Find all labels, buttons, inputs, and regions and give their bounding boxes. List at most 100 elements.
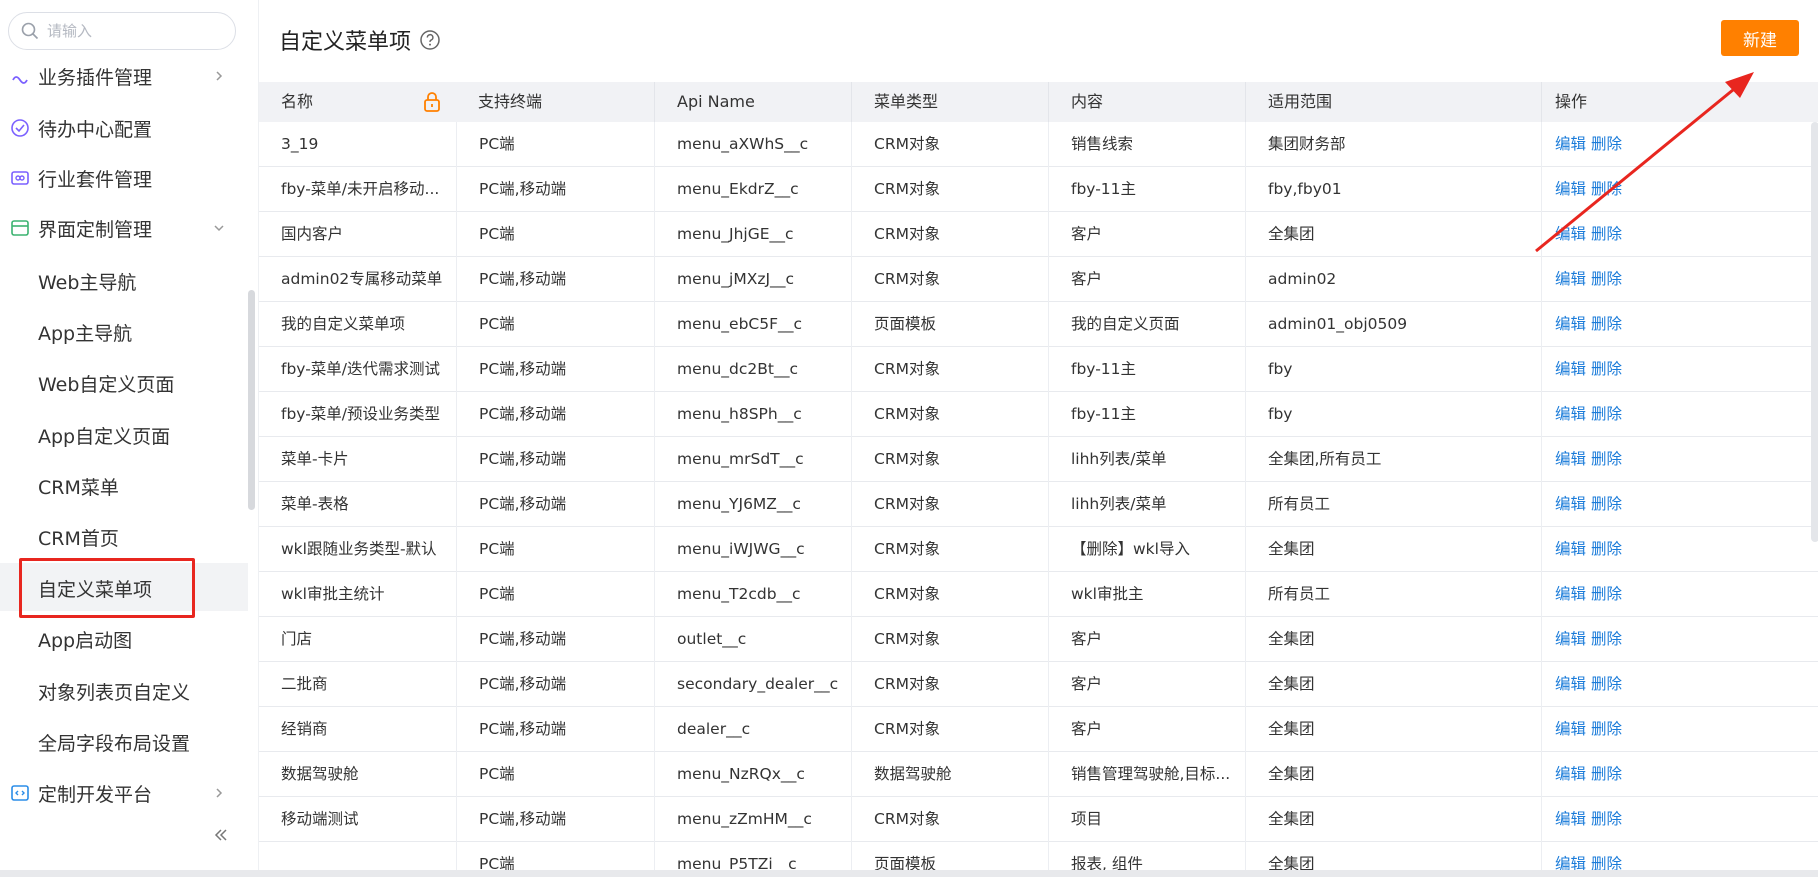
sidebar-subitem[interactable]: Web主导航 [0, 256, 248, 304]
edit-link[interactable]: 编辑 [1555, 720, 1586, 738]
column-header-content[interactable]: 内容 [1048, 82, 1245, 122]
cell-menu-type: CRM对象 [851, 347, 1048, 392]
column-header-terminal[interactable]: 支持终端 [456, 82, 654, 122]
cell-terminal: PC端,移动端 [456, 707, 654, 752]
delete-link[interactable]: 删除 [1591, 810, 1622, 828]
column-header-scope[interactable]: 适用范围 [1245, 82, 1541, 122]
delete-link[interactable]: 删除 [1591, 630, 1622, 648]
sidebar-item-ui-custom[interactable]: 界面定制管理 [0, 204, 248, 252]
edit-link[interactable]: 编辑 [1555, 540, 1586, 558]
cell-terminal: PC端,移动端 [456, 257, 654, 302]
table-row: 二批商 PC端,移动端 secondary_dealer__c CRM对象 客户 全集团编… [259, 662, 1818, 707]
cell-content: 客户 [1048, 617, 1245, 662]
sidebar-subitem[interactable]: 全局字段布局设置 [0, 717, 248, 765]
delete-link[interactable]: 删除 [1591, 675, 1622, 693]
sidebar-subitem[interactable]: CRM首页 [0, 512, 248, 560]
cell-api-name: menu_EkdrZ__c [654, 167, 851, 212]
cell-actions: 编辑 删除 [1541, 392, 1818, 437]
table-row: 菜单-表格 PC端,移动端 menu_YJ6MZ__c CRM对象 lihh列表/菜单所… [259, 482, 1818, 527]
cell-terminal: PC端,移动端 [456, 167, 654, 212]
cell-scope: 全集团 [1245, 212, 1541, 257]
cell-menu-type: 页面模板 [851, 302, 1048, 347]
sidebar-subitem[interactable]: CRM菜单 [0, 461, 248, 509]
edit-link[interactable]: 编辑 [1555, 765, 1586, 783]
edit-link[interactable]: 编辑 [1555, 630, 1586, 648]
cell-menu-type: CRM对象 [851, 212, 1048, 257]
table-row: admin02专属移动菜单 PC端,移动端 menu_jMXzJ__c CRM对象 客户… [259, 257, 1818, 302]
cell-menu-type: CRM对象 [851, 257, 1048, 302]
edit-link[interactable]: 编辑 [1555, 360, 1586, 378]
cell-content: 我的自定义页面 [1048, 302, 1245, 347]
horizontal-scrollbar[interactable] [0, 870, 1818, 877]
cell-terminal: PC端 [456, 572, 654, 617]
column-header-menu-type[interactable]: 菜单类型 [851, 82, 1048, 122]
column-header-api-name[interactable]: Api Name [654, 82, 851, 122]
cell-actions: 编辑 删除 [1541, 437, 1818, 482]
cell-api-name: menu_ebC5F__c [654, 302, 851, 347]
delete-link[interactable]: 删除 [1591, 585, 1622, 603]
new-button[interactable]: 新建 [1721, 20, 1799, 56]
delete-link[interactable]: 删除 [1591, 495, 1622, 513]
search-icon [21, 22, 39, 40]
cell-name: wkl跟随业务类型-默认 [281, 540, 437, 558]
cell-name: fby-菜单/未开启移动... [281, 180, 440, 198]
cell-api-name: menu_zZmHM__c [654, 797, 851, 842]
search-box[interactable] [8, 12, 236, 50]
cell-scope: 全集团 [1245, 527, 1541, 572]
sidebar-item-label: 行业套件管理 [38, 168, 153, 191]
cell-content: 项目 [1048, 797, 1245, 842]
table-row: fby-菜单/迭代需求测试 PC端,移动端 menu_dc2Bt__c CRM对象 fb… [259, 347, 1818, 392]
sidebar-item-plugin[interactable]: 业务插件管理 [0, 52, 248, 100]
help-icon[interactable] [419, 29, 441, 51]
edit-link[interactable]: 编辑 [1555, 450, 1586, 468]
delete-link[interactable]: 删除 [1591, 450, 1622, 468]
cell-menu-type: CRM对象 [851, 572, 1048, 617]
table-scrollbar[interactable] [1811, 122, 1818, 542]
cell-actions: 编辑 删除 [1541, 572, 1818, 617]
edit-link[interactable]: 编辑 [1555, 270, 1586, 288]
cell-menu-type: CRM对象 [851, 482, 1048, 527]
table-row: 经销商 PC端,移动端 dealer__c CRM对象 客户 全集团 编辑 删除 [259, 707, 1818, 752]
sidebar-subitem-label: App自定义页面 [38, 426, 171, 448]
cell-name: 门店 [281, 630, 313, 648]
cell-api-name: menu_JhjGE__c [654, 212, 851, 257]
cell-actions: 编辑 删除 [1541, 752, 1818, 797]
cell-scope: 全集团 [1245, 797, 1541, 842]
delete-link[interactable]: 删除 [1591, 405, 1622, 423]
delete-link[interactable]: 删除 [1591, 360, 1622, 378]
edit-link[interactable]: 编辑 [1555, 585, 1586, 603]
search-input[interactable] [47, 22, 217, 40]
sidebar-item-industry-suite[interactable]: 行业套件管理 [0, 154, 248, 202]
sidebar-subitem[interactable]: Web自定义页面 [0, 358, 248, 406]
edit-link[interactable]: 编辑 [1555, 675, 1586, 693]
cell-scope: fby,fby01 [1245, 167, 1541, 212]
delete-link[interactable]: 删除 [1591, 315, 1622, 333]
cell-api-name: menu_aXWhS__c [654, 122, 851, 167]
sidebar-subitem[interactable]: App自定义页面 [0, 410, 248, 458]
sidebar-item-dev-platform[interactable]: 定制开发平台 [0, 769, 248, 817]
sidebar-item-label: 业务插件管理 [38, 66, 153, 89]
sidebar-subitem[interactable]: App主导航 [0, 307, 248, 355]
cell-name: 我的自定义菜单项 [281, 315, 406, 333]
sidebar-item-todo[interactable]: 待办中心配置 [0, 104, 248, 152]
sidebar-subitem[interactable]: 对象列表页自定义 [0, 666, 248, 714]
edit-link[interactable]: 编辑 [1555, 810, 1586, 828]
edit-link[interactable]: 编辑 [1555, 495, 1586, 513]
cell-menu-type: CRM对象 [851, 122, 1048, 167]
edit-link[interactable]: 编辑 [1555, 405, 1586, 423]
sidebar-scrollbar[interactable] [248, 290, 255, 510]
cell-api-name: outlet__c [654, 617, 851, 662]
delete-link[interactable]: 删除 [1591, 270, 1622, 288]
delete-link[interactable]: 删除 [1591, 540, 1622, 558]
cell-scope: 全集团 [1245, 662, 1541, 707]
delete-link[interactable]: 删除 [1591, 720, 1622, 738]
cell-name: 二批商 [281, 675, 328, 693]
collapse-sidebar-icon[interactable] [212, 826, 230, 844]
sidebar-subitem[interactable]: App启动图 [0, 614, 248, 662]
delete-link[interactable]: 删除 [1591, 765, 1622, 783]
edit-link[interactable]: 编辑 [1555, 315, 1586, 333]
page-title-text: 自定义菜单项 [279, 30, 412, 55]
cell-scope: 全集团 [1245, 707, 1541, 752]
cell-content: fby-11主 [1048, 167, 1245, 212]
check-circle-icon [11, 119, 29, 137]
